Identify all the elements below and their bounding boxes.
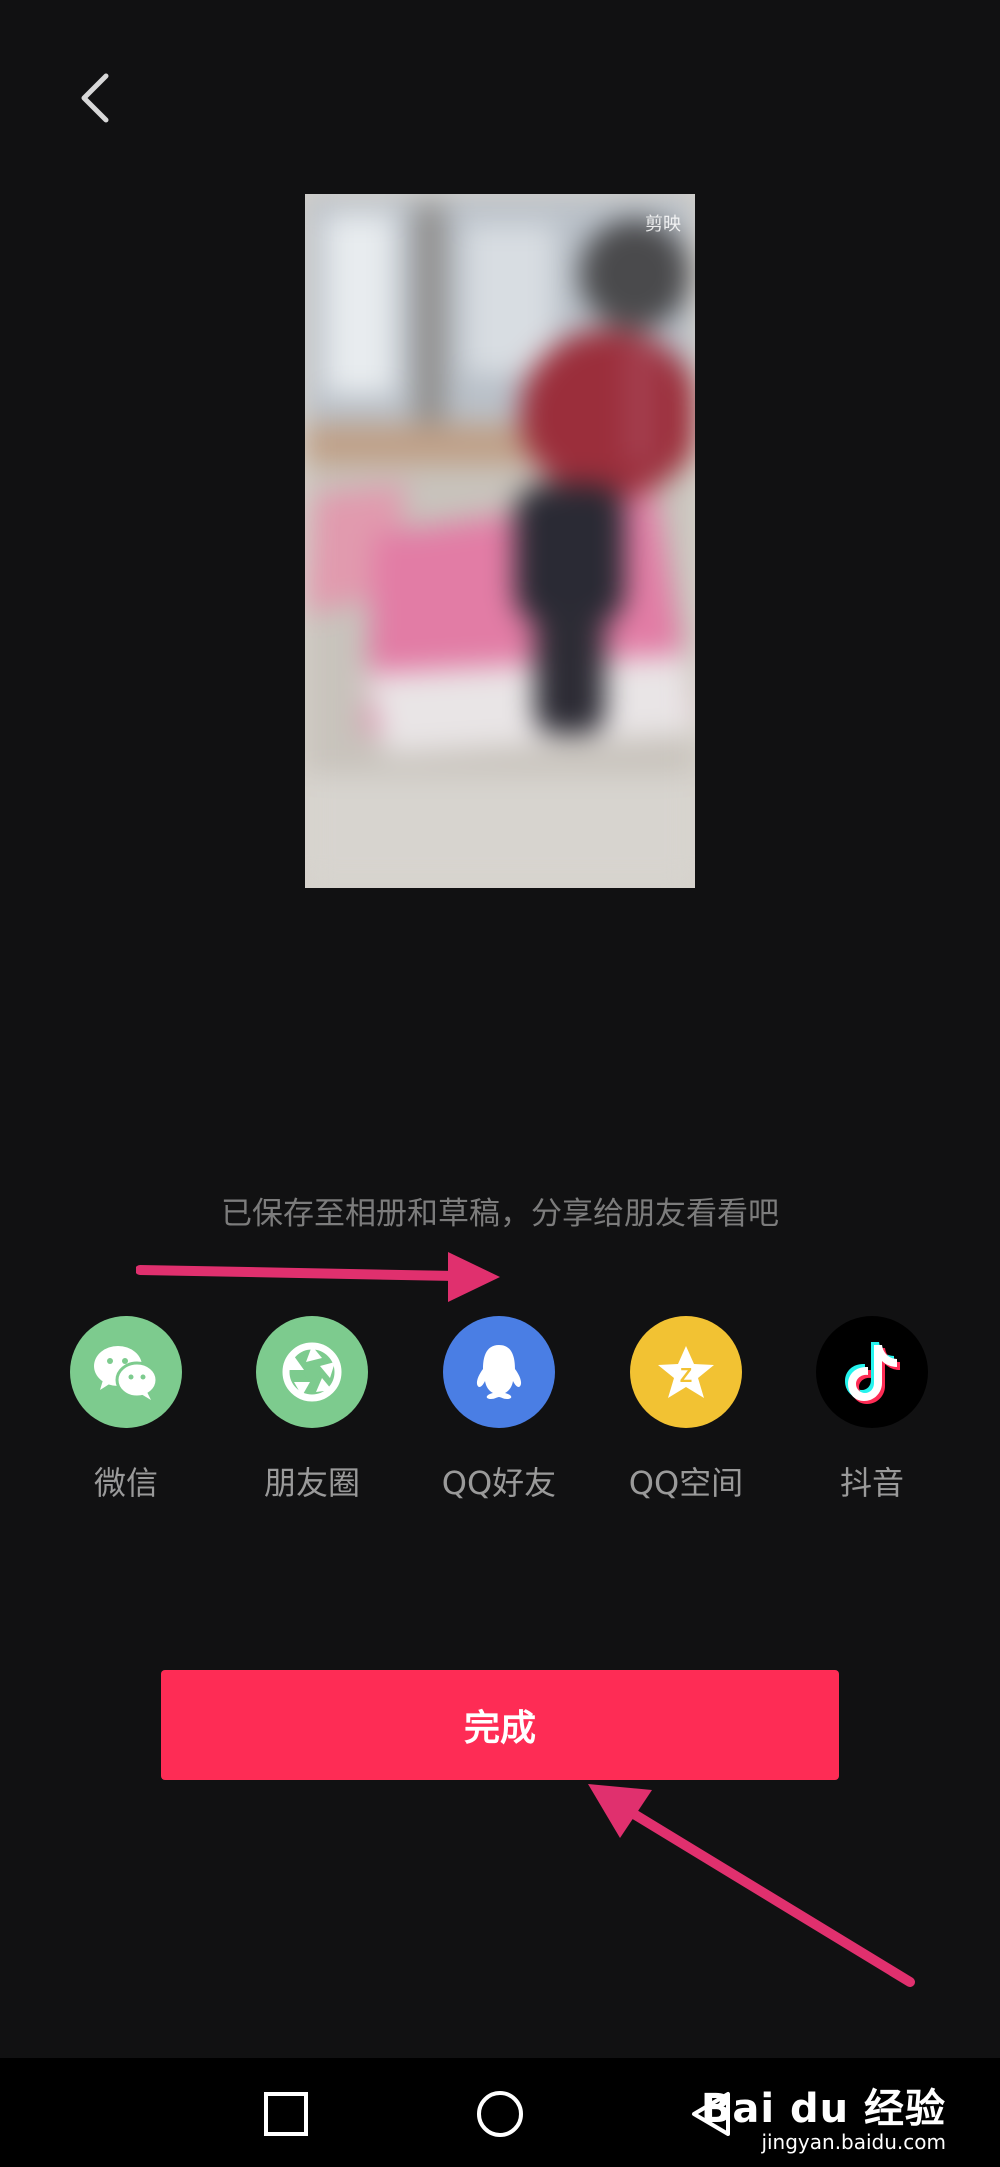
annotation-arrow-up-left	[588, 1784, 915, 1987]
baidu-jingyan-url: jingyan.baidu.com	[761, 2130, 946, 2154]
share-label: QQ好友	[441, 1464, 557, 1502]
circle-icon	[477, 2091, 523, 2137]
capcut-watermark: 剪映	[645, 214, 681, 235]
annotation-arrow-right	[136, 1252, 500, 1302]
wechat-icon	[70, 1316, 182, 1428]
share-wechat[interactable]: 微信	[36, 1316, 216, 1504]
share-label: 抖音	[839, 1464, 904, 1502]
share-label: 微信	[93, 1464, 158, 1502]
baidu-jingyan-logo: Bai du 经验	[700, 2086, 946, 2132]
saved-message: 已保存至相册和草稿，分享给朋友看看吧	[221, 1196, 779, 1232]
qq-icon	[443, 1316, 555, 1428]
preview-image	[305, 194, 695, 888]
share-douyin[interactable]: 抖音	[782, 1316, 962, 1504]
share-qq-friend[interactable]: QQ好友	[409, 1316, 589, 1504]
share-label: 朋友圈	[263, 1464, 360, 1502]
share-moments[interactable]: 朋友圈	[222, 1316, 402, 1504]
square-icon	[264, 2092, 308, 2136]
share-targets-row: 微信 朋友圈 QQ好友 Z QQ空间 抖音	[0, 1316, 1000, 1506]
video-preview[interactable]: 剪映	[305, 194, 695, 888]
share-qzone[interactable]: Z QQ空间	[596, 1316, 776, 1504]
moments-icon	[256, 1316, 368, 1428]
svg-text:Z: Z	[680, 1365, 692, 1387]
home-button[interactable]	[474, 2088, 526, 2140]
chevron-left-icon	[81, 73, 109, 123]
qzone-icon: Z	[630, 1316, 742, 1428]
back-button[interactable]	[72, 70, 116, 126]
share-screen: 剪映 已保存至相册和草稿，分享给朋友看看吧 微信 朋友圈 QQ好友 Z QQ空间…	[0, 0, 1000, 2167]
done-button[interactable]: 完成	[161, 1670, 839, 1780]
douyin-icon	[816, 1316, 928, 1428]
share-label: QQ空间	[628, 1464, 744, 1502]
recent-apps-button[interactable]	[260, 2088, 312, 2140]
